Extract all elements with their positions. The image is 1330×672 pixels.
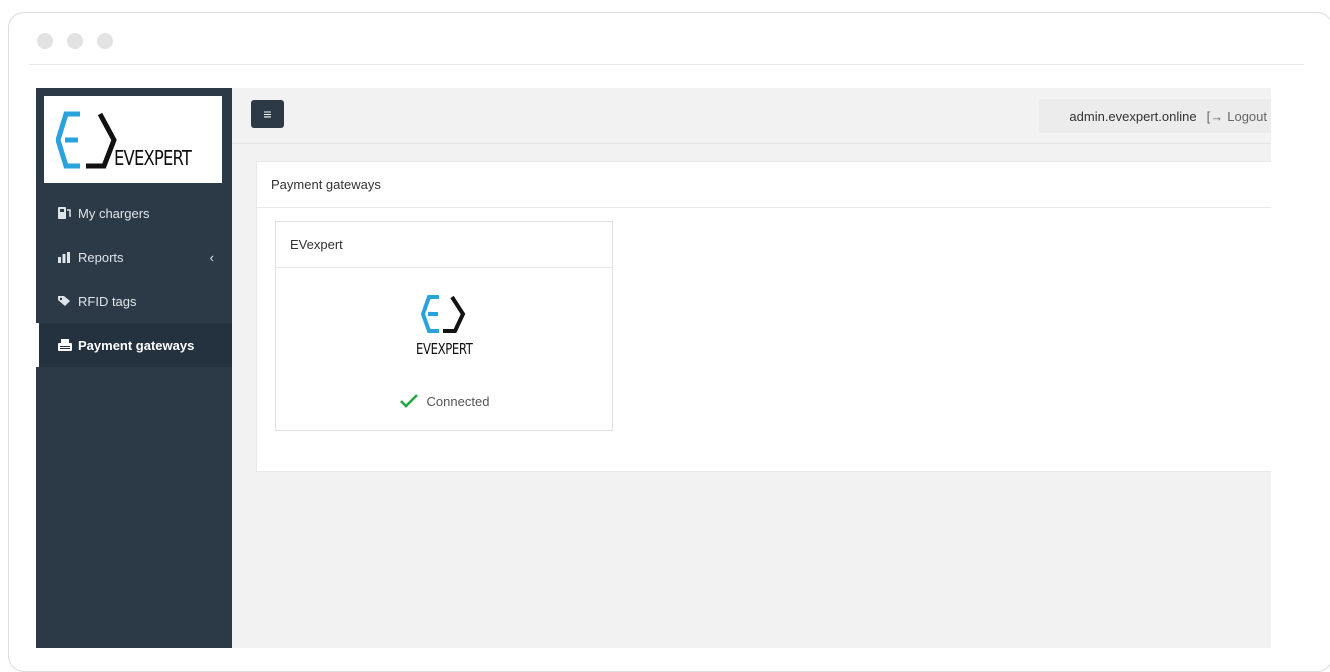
app-root: EVEXPERT My chargers Reports ‹ RFID tags… xyxy=(36,88,1271,648)
payment-icon xyxy=(58,339,74,351)
sidebar-item-reports[interactable]: Reports ‹ xyxy=(36,235,232,279)
gateway-logo-icon xyxy=(276,294,612,339)
window-titlebar xyxy=(9,13,1330,65)
main-content: ≡ admin.evexpert.online [→ Logout Paymen… xyxy=(232,88,1271,648)
check-icon xyxy=(399,394,418,408)
logout-label: Logout xyxy=(1227,108,1267,124)
status-label: Connected xyxy=(426,393,490,409)
payment-gateways-panel: Payment gateways EVexpert EVEXPERT Conne… xyxy=(256,161,1271,472)
gateway-name: EVexpert xyxy=(276,222,612,268)
menu-toggle-button[interactable]: ≡ xyxy=(251,100,284,128)
sidebar-nav: My chargers Reports ‹ RFID tags Payment xyxy=(36,191,232,367)
brand-logo[interactable]: EVEXPERT xyxy=(44,96,222,183)
window-close-dot[interactable] xyxy=(37,33,53,49)
sidebar-item-label: RFID tags xyxy=(78,293,137,309)
gateway-logo-text: EVEXPERT xyxy=(415,340,473,358)
topbar: ≡ admin.evexpert.online [→ Logout xyxy=(232,88,1271,144)
sidebar-item-label: Payment gateways xyxy=(78,337,195,353)
page-title: Payment gateways xyxy=(257,162,1271,208)
sidebar-item-label: My chargers xyxy=(78,205,150,221)
sidebar-item-my-chargers[interactable]: My chargers xyxy=(36,191,232,235)
tags-icon xyxy=(58,295,74,307)
logout-icon: [→ xyxy=(1206,108,1224,124)
evexpert-logo-icon xyxy=(56,111,117,169)
charger-icon xyxy=(58,207,74,219)
window-maximize-dot[interactable] xyxy=(97,33,113,49)
bar-chart-icon xyxy=(58,251,74,263)
titlebar-divider xyxy=(29,64,1304,65)
brand-logo-text: EVEXPERT xyxy=(114,146,192,170)
sidebar-item-payment-gateways[interactable]: Payment gateways xyxy=(36,323,232,367)
chevron-left-icon[interactable]: ‹ xyxy=(210,250,214,265)
gateway-card[interactable]: EVexpert EVEXPERT Connected xyxy=(275,221,613,431)
logout-button[interactable]: [→ Logout xyxy=(1207,109,1267,124)
sidebar-item-label: Reports xyxy=(78,249,124,265)
hamburger-icon: ≡ xyxy=(263,106,272,122)
sidebar-item-rfid-tags[interactable]: RFID tags xyxy=(36,279,232,323)
user-area: admin.evexpert.online [→ Logout xyxy=(1039,99,1271,133)
sidebar: EVEXPERT My chargers Reports ‹ RFID tags… xyxy=(36,88,232,648)
window-minimize-dot[interactable] xyxy=(67,33,83,49)
gateway-status: Connected xyxy=(276,393,612,409)
user-name[interactable]: admin.evexpert.online xyxy=(1069,109,1196,124)
